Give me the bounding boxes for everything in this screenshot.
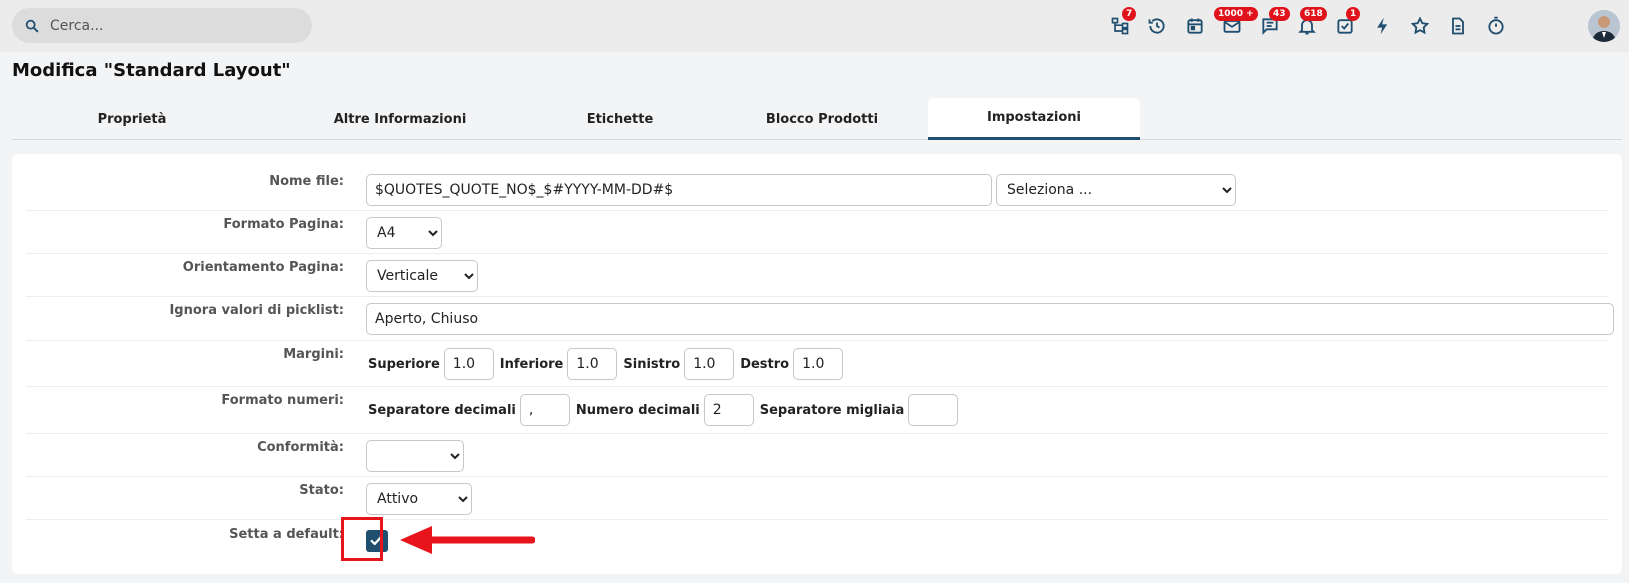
margin-left-input[interactable] [684,348,735,380]
orientamento-field: Verticale [366,260,478,292]
margin-bottom-input[interactable] [567,348,618,380]
formato-pagina-field: A4 [366,217,442,249]
badge-bell: 618 [1300,7,1327,21]
bell-icon[interactable]: 618 [1295,7,1327,38]
label-separatore-decimali: Separatore decimali [368,402,516,418]
label-separatore-migliaia: Separatore migliaia [759,402,905,418]
settings-panel: Nome file: Seleziona ... Formato Pagina:… [12,154,1622,574]
label-orientamento: Orientamento Pagina: [182,260,344,275]
stato-select[interactable]: Attivo [366,483,472,515]
margin-top-input[interactable] [443,348,494,380]
row-orientamento: Orientamento Pagina: Verticale [26,254,1608,297]
tab-proprieta[interactable]: Proprietà [12,98,252,140]
badge-tasks: 1 [1346,7,1361,21]
badge-chat: 43 [1269,7,1290,21]
label-numero-decimali: Numero decimali [575,402,700,418]
timer-icon[interactable] [1484,14,1508,38]
ignora-field [366,303,1614,335]
annotation-arrow-icon [400,526,535,554]
orientamento-select[interactable]: Verticale [366,260,478,292]
stato-field: Attivo [366,483,472,515]
tab-blocco-prodotti[interactable]: Blocco Prodotti [702,98,942,140]
label-margini: Margini: [283,347,344,362]
decimal-count-input[interactable] [703,394,754,426]
row-margini: Margini: Superiore Inferiore Sinistro De… [26,341,1608,387]
hierarchy-icon[interactable]: 7 [1108,7,1137,38]
top-bar: 7 1000 + 43 618 1 [0,0,1629,52]
label-formato-numeri: Formato numeri: [221,393,344,408]
ignora-picklist-input[interactable] [366,303,1614,335]
row-nome-file: Nome file: Seleziona ... [26,154,1608,211]
tab-altre-informazioni[interactable]: Altre Informazioni [280,98,520,140]
history-icon[interactable] [1145,14,1169,38]
calendar-icon[interactable] [1183,14,1207,38]
badge-mail: 1000 + [1214,7,1258,21]
nome-file-input[interactable] [366,174,992,206]
thousands-separator-input[interactable] [908,394,959,426]
page-title: Modifica "Standard Layout" [12,60,291,81]
conformita-field [366,440,464,472]
row-conformita: Conformità: [26,434,1608,477]
badge-hierarchy: 7 [1122,7,1137,21]
label-conformita: Conformità: [257,440,344,455]
row-formato-numeri: Formato numeri: Separatore decimali Nume… [26,387,1608,434]
label-formato-pagina: Formato Pagina: [223,217,344,232]
label-default: Setta a default: [229,527,344,542]
mail-icon[interactable]: 1000 + [1214,7,1258,38]
label-ignora-picklist: Ignora valori di picklist: [169,303,344,318]
label-inferiore: Inferiore [499,356,564,372]
row-default: Setta a default: [26,520,1608,570]
row-formato-pagina: Formato Pagina: A4 [26,211,1608,254]
label-nome-file: Nome file: [269,174,344,189]
label-destro: Destro [740,356,790,372]
lightning-icon[interactable] [1371,14,1395,38]
tab-impostazioni[interactable]: Impostazioni [928,98,1140,140]
highlight-box [341,517,383,561]
label-superiore: Superiore [368,356,440,372]
task-check-icon[interactable]: 1 [1333,7,1361,38]
label-sinistro: Sinistro [623,356,681,372]
margin-right-input[interactable] [793,348,844,380]
nome-file-select[interactable]: Seleziona ... [996,174,1236,206]
nome-file-field: Seleziona ... [366,174,1236,206]
tab-bar: Proprietà Altre Informazioni Etichette B… [12,98,1622,140]
chat-icon[interactable]: 43 [1258,7,1290,38]
avatar[interactable] [1588,10,1620,42]
search-icon [25,19,39,32]
formato-pagina-select[interactable]: A4 [366,217,442,249]
row-ignora-picklist: Ignora valori di picklist: [26,297,1614,341]
search-box[interactable] [12,8,312,43]
search-input[interactable] [48,16,288,35]
margini-field: Superiore Inferiore Sinistro Destro [366,348,844,380]
label-stato: Stato: [299,483,344,498]
row-stato: Stato: Attivo [26,477,1608,520]
conformita-select[interactable] [366,440,464,472]
formato-numeri-field: Separatore decimali Numero decimali Sepa… [366,394,959,426]
star-icon[interactable] [1408,14,1432,38]
document-icon[interactable] [1446,14,1470,38]
decimal-separator-input[interactable] [519,394,570,426]
